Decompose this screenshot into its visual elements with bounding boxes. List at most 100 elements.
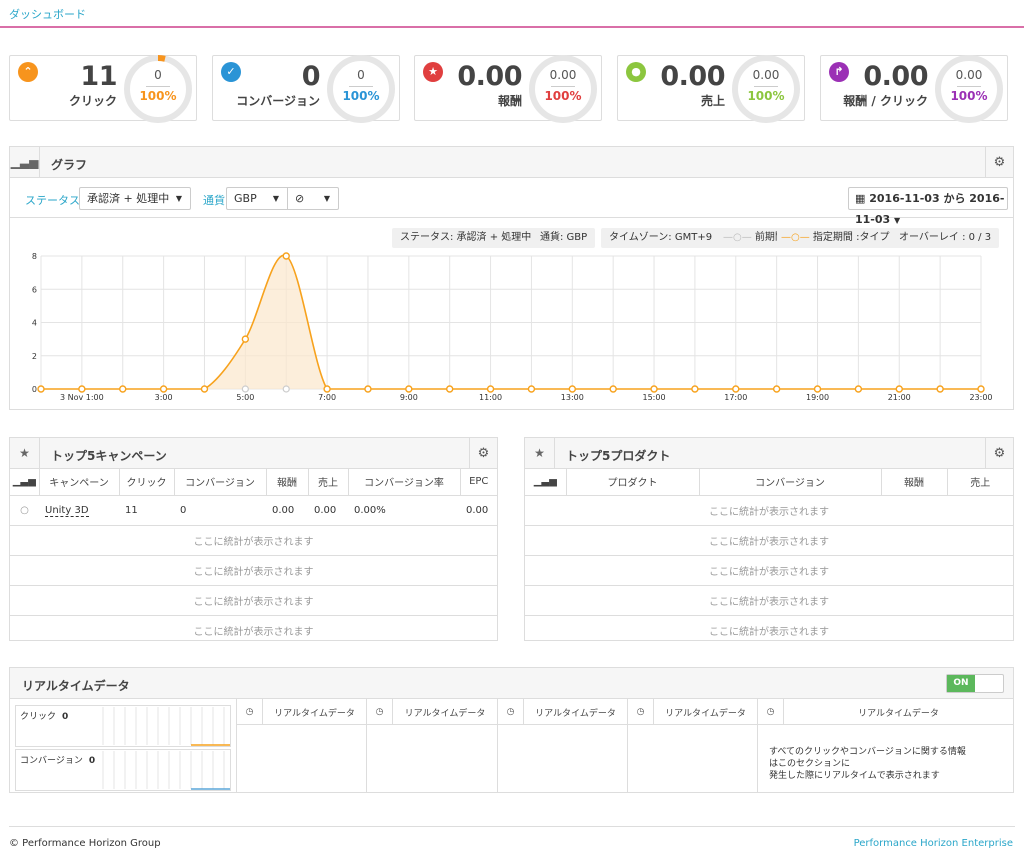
col-conversions[interactable]: コンバージョン	[174, 469, 267, 496]
campaign-rate: 0.00%	[348, 495, 460, 526]
badge-status: ステータス: 承認済 + 処理中	[392, 228, 540, 248]
signal-bars-icon: ▁▃▅	[10, 469, 40, 496]
col-campaign[interactable]: キャンペーン	[39, 469, 120, 496]
col-sales[interactable]: 売上	[308, 469, 349, 496]
campaigns-table-wrap: ▁▃▅ キャンペーン クリック コンバージョン 報酬 売上 コンバージョン率 E…	[10, 469, 497, 645]
legend-current-marker: —○—	[781, 232, 810, 243]
star-icon: ★	[525, 438, 555, 469]
campaign-epc: 0.00	[460, 495, 497, 526]
campaign-name-link[interactable]: Unity 3D	[45, 504, 89, 517]
clock-icon: ◷	[237, 699, 263, 725]
clicks-value: 0	[62, 712, 69, 722]
gear-icon[interactable]: ⚙	[469, 438, 497, 469]
x-tick-label: 19:00	[806, 393, 829, 402]
caret-down-icon: ▼	[894, 216, 901, 225]
x-tick-label: 9:00	[400, 393, 418, 402]
clicks-sparkline-label: クリック 0	[20, 709, 68, 722]
y-tick-label: 0	[32, 385, 37, 394]
footer-copyright: © Performance Horizon Group	[9, 838, 161, 849]
kpi-value: 0.00	[660, 61, 725, 92]
campaign-name[interactable]: Unity 3D	[39, 495, 119, 526]
realtime-column-header: ◷ リアルタイムデータ	[758, 699, 1013, 725]
table-row: ここに統計が表示されます	[10, 555, 497, 586]
legend-current[interactable]: —○— 指定期間 :タイプ	[777, 228, 898, 248]
graph-title: グラフ	[51, 158, 88, 172]
status-select[interactable]: 承認済 + 処理中 ▼	[79, 187, 191, 210]
col-conversions[interactable]: コンバージョン	[699, 469, 882, 496]
kpi-donut-divider	[349, 86, 373, 87]
x-tick-label: 13:00	[561, 393, 584, 402]
campaign-sales: 0.00	[308, 495, 348, 526]
graph-filter-bar: ステータス 承認済 + 処理中 ▼ 通貨 GBP ▼ ⊘ ▼ ▦ 2016-11…	[10, 178, 1013, 226]
x-tick-label: 5:00	[236, 393, 254, 402]
kpi-card: ✓ 0 コンバージョン 0 100%	[212, 55, 400, 123]
kpi-card: ● 0.00 売上 0.00 100%	[617, 55, 805, 123]
col-sales[interactable]: 売上	[947, 469, 1013, 496]
data-point	[119, 385, 127, 393]
data-point	[486, 385, 495, 393]
kpi-donut-divider	[957, 86, 981, 87]
empty-row-text: ここに統計が表示されます	[10, 555, 497, 586]
realtime-toggle[interactable]: ON	[946, 674, 1004, 693]
kpi-card: ⌃ 11 クリック 0 100%	[9, 55, 197, 123]
col-epc[interactable]: EPC	[460, 469, 497, 496]
y-tick-label: 4	[32, 319, 37, 328]
empty-row-text: ここに統計が表示されます	[193, 626, 314, 638]
realtime-column-label: リアルタイムデータ	[665, 709, 746, 719]
x-tick-label: 7:00	[318, 393, 336, 402]
table-row: ここに統計が表示されます	[10, 585, 497, 616]
col-product[interactable]: プロダクト	[566, 469, 700, 496]
realtime-column-label: リアルタイムデータ	[274, 709, 355, 719]
kpi-value: 0	[301, 61, 321, 92]
data-point	[323, 385, 331, 393]
table-row: ここに統計が表示されます	[525, 615, 1013, 645]
col-rate[interactable]: コンバージョン率	[348, 469, 461, 496]
chevron-up-icon: ⌃	[18, 62, 38, 82]
gear-icon[interactable]: ⚙	[985, 147, 1013, 178]
kpi-value: 0.00	[863, 61, 928, 92]
x-tick-label: 3 Nov 1:00	[60, 393, 104, 402]
signal-bars-icon: ▁▃▅	[10, 147, 40, 178]
data-point	[691, 385, 699, 393]
gear-icon[interactable]: ⚙	[985, 438, 1013, 469]
line-chart: 0 2 4 6 8 3 Nov 1:00 3:00 5:00 7:00 9:00 11:00 13:0…	[32, 252, 993, 402]
clock-icon: ◷	[367, 699, 393, 725]
data-point	[405, 385, 413, 393]
kpi-donut: 0 100%	[325, 53, 397, 125]
badge-overlay[interactable]: オーバーレイ : 0 / 3	[891, 228, 1000, 248]
col-reward[interactable]: 報酬	[881, 469, 948, 496]
table-row: ここに統計が表示されます	[525, 555, 1013, 586]
col-clicks[interactable]: クリック	[119, 469, 175, 496]
kpi-donut-value: 0.00	[752, 68, 780, 82]
x-tick-label: 3:00	[155, 393, 173, 402]
realtime-info-line: 発生した際にリアルタイムで表示されます	[769, 771, 940, 781]
data-point	[854, 385, 863, 393]
kpi-donut-percent: 100%	[747, 89, 785, 103]
kpi-donut-value: 0.00	[955, 68, 983, 82]
realtime-info: すべてのクリックやコンバージョンに関する情報 はこのセクションに 発生した際にリ…	[769, 746, 966, 782]
table-row: ○ Unity 3D 11 0 0.00 0.00 0.00% 0.00	[10, 495, 497, 526]
footer-product-link[interactable]: Performance Horizon Enterprise	[854, 838, 1013, 849]
currency-select[interactable]: GBP ▼	[226, 187, 288, 210]
caret-down-icon: ▼	[323, 194, 330, 203]
top5-products-panel: ★ トップ5プロダクト ⚙ ▁▃▅ プロダクト コンバージョン 報酬 売上 ここ…	[524, 437, 1014, 641]
clock-icon: ◷	[498, 699, 524, 725]
kpi-card: ★ 0.00 報酬 0.00 100%	[414, 55, 602, 123]
kpi-donut-percent: 100%	[950, 89, 988, 103]
kpi-donut: 0.00 100%	[527, 53, 599, 125]
empty-row-text: ここに統計が表示されます	[10, 585, 497, 616]
kpi-label: 報酬	[497, 94, 522, 108]
realtime-column-header: ◷ リアルタイムデータ	[498, 699, 627, 725]
date-range-button[interactable]: ▦ 2016-11-03 から 2016-11-03 ▼	[848, 187, 1008, 226]
realtime-column: ◷ リアルタイムデータ	[236, 699, 366, 792]
col-reward[interactable]: 報酬	[266, 469, 309, 496]
realtime-column-label: リアルタイムデータ	[858, 709, 939, 719]
extra-select[interactable]: ⊘ ▼	[287, 187, 339, 210]
legend-current-label: 指定期間 :タイプ	[812, 232, 890, 243]
campaigns-title: トップ5キャンペーン	[51, 449, 167, 463]
data-point	[282, 252, 290, 260]
footer-divider	[9, 826, 1015, 827]
realtime-info-line: はこのセクションに	[769, 759, 851, 769]
products-table-wrap: ▁▃▅ プロダクト コンバージョン 報酬 売上 ここに統計が表示されます ここに…	[525, 469, 1013, 645]
row-radio[interactable]: ○	[10, 495, 39, 526]
